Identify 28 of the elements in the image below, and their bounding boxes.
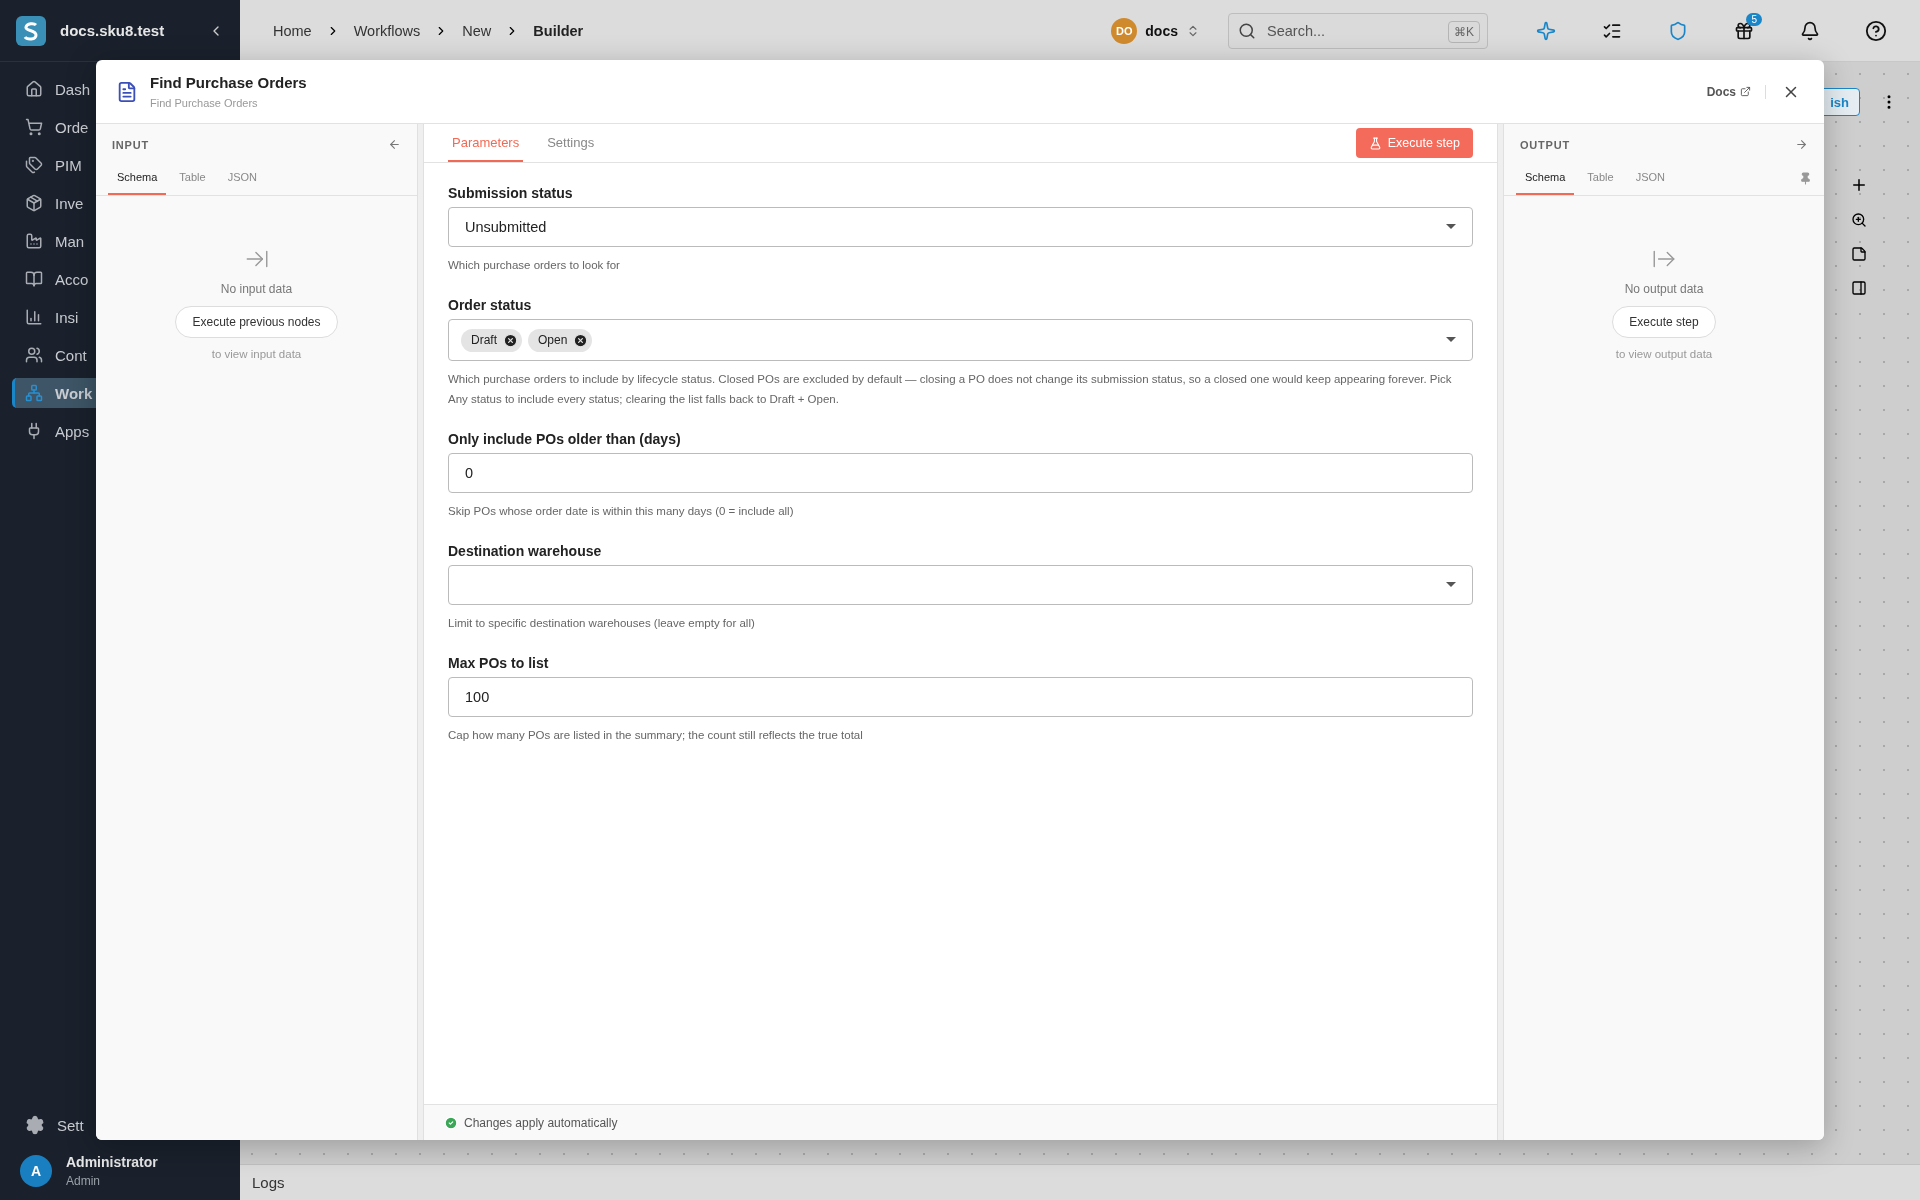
empty-message: No input data: [220, 282, 293, 296]
help-text: Which purchase orders to look for: [448, 258, 621, 273]
notification-badge: 5: [1746, 12, 1762, 26]
empty-hint: to view output data: [1615, 348, 1713, 360]
field-label: Submission status: [448, 185, 574, 201]
empty-hint: to view input data: [211, 348, 302, 360]
panel-heading: OUTPUT: [1520, 138, 1571, 151]
shortcut-hint: ⌘K: [1448, 20, 1480, 43]
dialog-subtitle: Find Purchase Orders: [150, 97, 259, 109]
help-text: Cap how many POs are listed in the summary; the count still reflects the true total: [448, 728, 864, 743]
panel-heading: INPUT: [112, 138, 149, 151]
help-text: Which purchase orders to include by lifecycle status. Closed POs are excluded by default — closing a PO does not change its submission status, so a closed one would keep appearing forever. Pick Any status to include every status; clearing the list falls back to Draft + Open.: [448, 372, 1453, 407]
user-avatar: A: [20, 1155, 52, 1187]
field-label: Destination warehouse: [448, 543, 603, 559]
workspace-name: docs.sku8.test: [60, 22, 166, 39]
user-name: Administrator: [66, 1154, 158, 1170]
field-label: Max POs to list: [448, 655, 550, 671]
user-role: Admin: [66, 1174, 101, 1188]
field-label: Only include POs older than (days): [448, 431, 682, 447]
status-chip: Draft: [461, 328, 522, 352]
status-text: Changes apply automatically: [464, 1115, 618, 1130]
org-avatar: DO: [1111, 17, 1138, 44]
status-chip: Open: [528, 328, 593, 352]
dialog-title: Find Purchase Orders: [150, 74, 307, 91]
empty-message: No output data: [1624, 282, 1704, 296]
field-label: Order status: [448, 297, 533, 313]
help-text: Limit to specific destination warehouses (leave empty for all): [448, 616, 756, 631]
help-text: Skip POs whose order date is within this many days (0 = include all): [448, 504, 795, 519]
